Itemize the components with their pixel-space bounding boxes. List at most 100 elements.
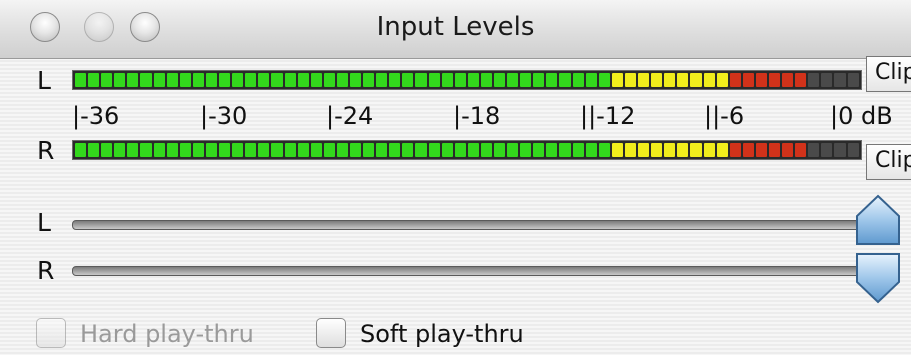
meter-segment (480, 143, 492, 157)
meter-segment (467, 73, 479, 87)
meter-segment (742, 73, 754, 87)
meter-segment (336, 73, 348, 87)
meter-segment (179, 143, 191, 157)
slider-left-label: L (37, 208, 51, 237)
meter-segment (559, 73, 571, 87)
meter-segment (782, 143, 794, 157)
meter-segment (297, 143, 309, 157)
scale-tick: |-30 (200, 102, 248, 130)
meter-segment (127, 143, 139, 157)
meter-segment (480, 73, 492, 87)
meter-segment (690, 73, 702, 87)
meter-segment (284, 143, 296, 157)
soft-playthru-checkbox[interactable] (316, 318, 346, 348)
meter-segment (611, 73, 623, 87)
right-gain-slider-knob[interactable] (855, 250, 901, 304)
meter-segment (166, 143, 178, 157)
meter-segment (768, 73, 781, 87)
meter-segment (755, 73, 767, 87)
meter-segment (192, 73, 204, 87)
hard-playthru-label: Hard play-thru (80, 320, 254, 348)
window-title: Input Levels (376, 12, 535, 42)
meter-segment (101, 143, 113, 157)
scale-tick: ||-6 (704, 102, 745, 130)
meter-segment (624, 73, 637, 87)
meter-segment (572, 73, 584, 87)
meter-segment (572, 143, 584, 157)
meter-segment (192, 143, 204, 157)
meter-segment (415, 143, 427, 157)
input-levels-window: Input Levels L Clip |-36 |-30 |-24 |-18 … (0, 0, 911, 355)
left-gain-slider-knob[interactable] (855, 194, 901, 248)
meter-segment (467, 143, 479, 157)
meter-segment (441, 143, 453, 157)
meter-segment (258, 73, 270, 87)
meter-segment (494, 73, 506, 87)
scale-tick: |-36 (72, 102, 120, 130)
meter-segment (205, 73, 218, 87)
meter-segment (232, 143, 244, 157)
meter-segment (205, 143, 218, 157)
meter-segment (245, 143, 257, 157)
left-clip-indicator[interactable]: Clip (866, 56, 911, 92)
meter-segment (690, 143, 702, 157)
meter-left-label: L (37, 66, 51, 95)
meter-segment (847, 73, 859, 87)
meter-segment (166, 73, 178, 87)
meter-segment (402, 73, 414, 87)
meter-segment (520, 73, 532, 87)
left-gain-track[interactable] (72, 220, 874, 230)
scale-tick: |0 dB (830, 102, 893, 130)
meter-segment (415, 73, 427, 87)
meter-segment (310, 143, 322, 157)
title-bar: Input Levels (0, 0, 911, 59)
meter-segment (638, 143, 650, 157)
meter-segment (559, 143, 571, 157)
meter-segment (546, 73, 558, 87)
meter-segment (101, 73, 113, 87)
meter-segment (585, 73, 597, 87)
meter-segment (323, 143, 335, 157)
db-scale: |-36 |-30 |-24 |-18 ||-12 ||-6 |0 dB (72, 102, 902, 136)
meter-segment (114, 73, 126, 87)
meter-segment (376, 73, 388, 87)
meter-segment (323, 73, 335, 87)
meter-segment (114, 143, 126, 157)
meter-segment (284, 73, 296, 87)
meter-segment (389, 143, 401, 157)
hard-playthru-checkbox[interactable] (36, 318, 66, 348)
meter-segment (219, 143, 231, 157)
right-gain-track[interactable] (72, 266, 874, 276)
meter-segment (585, 143, 597, 157)
meter-segment (232, 73, 244, 87)
meter-segment (624, 143, 637, 157)
meter-segment (271, 143, 283, 157)
meter-segment (834, 143, 846, 157)
meter-segment (219, 73, 231, 87)
meter-segment (88, 143, 100, 157)
meter-segment (363, 73, 375, 87)
meter-right-label: R (37, 136, 55, 165)
meter-segment (75, 73, 87, 87)
meter-segment (153, 143, 165, 157)
meter-segment (428, 73, 440, 87)
meter-segment (834, 73, 846, 87)
meter-segment (546, 143, 558, 157)
meter-segment (742, 143, 754, 157)
right-clip-indicator[interactable]: Clip (866, 144, 911, 180)
meter-segment (140, 143, 152, 157)
meter-segment (795, 73, 807, 87)
meter-segment (768, 143, 781, 157)
right-level-meter (72, 140, 862, 160)
meter-segment (507, 143, 519, 157)
meter-segment (507, 73, 519, 87)
meter-segment (808, 143, 820, 157)
meter-segment (454, 73, 466, 87)
meter-segment (363, 143, 375, 157)
meter-segment (179, 73, 191, 87)
meter-segment (297, 73, 309, 87)
meter-segment (782, 73, 794, 87)
meter-segment (821, 73, 833, 87)
meter-segment (127, 73, 139, 87)
meter-segment (88, 73, 100, 87)
